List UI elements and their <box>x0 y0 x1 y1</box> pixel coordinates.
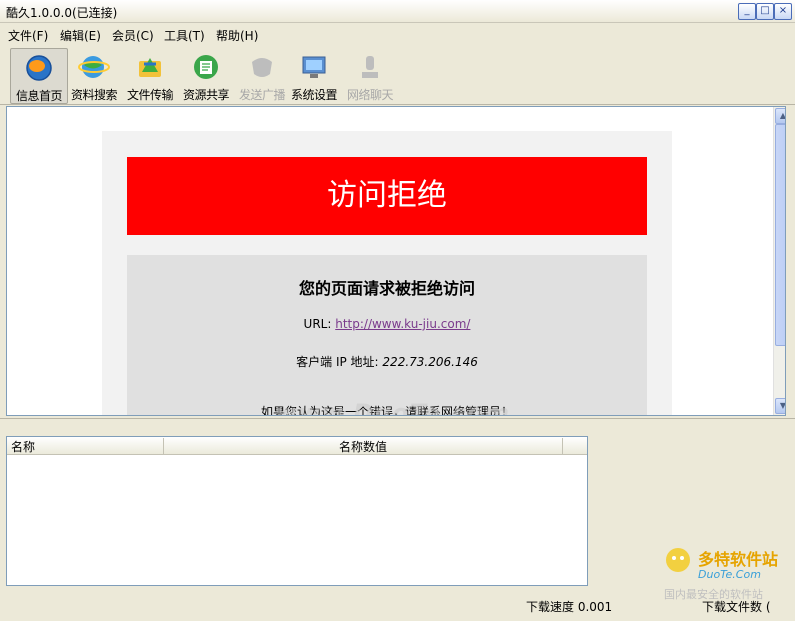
ip-label: 客户端 IP 地址: <box>296 355 379 369</box>
denied-heading: 您的页面请求被拒绝访问 <box>298 279 475 298</box>
scroll-up-icon[interactable]: ▲ <box>775 108 785 124</box>
center-watermark: www.DuoTe.com <box>275 399 510 416</box>
toolbar-search-label: 资料搜索 <box>70 88 118 102</box>
title-bar: 酷久1.0.0.0(已连接) _ □ × <box>0 0 795 23</box>
column-header-value[interactable]: 名称数值 <box>164 438 563 454</box>
watermark-domain: DuoTe.Com <box>698 568 761 581</box>
toolbar-transfer-button[interactable]: 文件传输 <box>122 48 178 102</box>
menu-tools[interactable]: 工具(T) <box>164 27 205 44</box>
minimize-button[interactable]: _ <box>738 3 756 20</box>
name-value-list[interactable]: 名称 名称数值 <box>6 436 588 586</box>
ip-value: 222.73.206.146 <box>382 355 478 369</box>
chat-icon <box>362 56 378 78</box>
vertical-scrollbar[interactable]: ▲ ▼ <box>773 107 785 415</box>
scroll-down-icon[interactable]: ▼ <box>775 398 785 414</box>
access-denied-banner: 访问拒绝 <box>127 157 647 235</box>
list-header: 名称 名称数值 <box>7 437 587 455</box>
pane-splitter[interactable] <box>0 418 795 431</box>
menu-member[interactable]: 会员(C) <box>112 27 154 44</box>
toolbar-home-button[interactable]: 信息首页 <box>10 48 68 104</box>
menu-bar: 文件(F) 编辑(E) 会员(C) 工具(T) 帮助(H) <box>0 23 795 45</box>
denied-panel: 您的页面请求被拒绝访问 URL: http://www.ku-jiu.com/ … <box>127 255 647 415</box>
toolbar-search-button[interactable]: 资料搜索 <box>66 48 122 102</box>
maximize-button[interactable]: □ <box>756 3 774 20</box>
toolbar-chat-label: 网络聊天 <box>346 88 394 102</box>
window-title: 酷久1.0.0.0(已连接) <box>6 6 118 20</box>
watermark-brand: 多特软件站 <box>698 550 779 569</box>
toolbar-broadcast-button[interactable]: 发送广播 <box>234 48 290 102</box>
settings-monitor-icon <box>302 56 326 78</box>
page-container: 访问拒绝 您的页面请求被拒绝访问 URL: http://www.ku-jiu.… <box>102 131 672 415</box>
resource-share-icon <box>194 55 218 79</box>
column-header-name[interactable]: 名称 <box>7 438 164 454</box>
toolbar-broadcast-label: 发送广播 <box>238 88 286 102</box>
toolbar: 信息首页 资料搜索 文件传输 资源共享 发送广播 系统设置 网络聊天 <box>0 46 795 105</box>
broadcast-icon <box>252 58 272 77</box>
toolbar-transfer-label: 文件传输 <box>126 88 174 102</box>
scrollbar-thumb[interactable] <box>775 124 785 346</box>
menu-file[interactable]: 文件(F) <box>8 27 48 44</box>
menu-edit[interactable]: 编辑(E) <box>60 27 101 44</box>
url-line: URL: http://www.ku-jiu.com/ <box>127 317 647 331</box>
toolbar-share-button[interactable]: 资源共享 <box>178 48 234 102</box>
home-globe-icon <box>26 55 52 81</box>
toolbar-settings-button[interactable]: 系统设置 <box>286 48 342 102</box>
search-globe-icon <box>78 56 110 78</box>
download-speed: 下载速度 0.001 <box>526 600 613 614</box>
watermark-slogan: 国内最安全的软件站 <box>664 588 763 601</box>
web-view[interactable]: 访问拒绝 您的页面请求被拒绝访问 URL: http://www.ku-jiu.… <box>6 106 786 416</box>
toolbar-settings-label: 系统设置 <box>290 88 338 102</box>
close-button[interactable]: × <box>774 3 792 20</box>
menu-help[interactable]: 帮助(H) <box>216 27 258 44</box>
file-transfer-icon <box>139 58 161 77</box>
ip-line: 客户端 IP 地址: 222.73.206.146 <box>127 353 647 370</box>
url-link[interactable]: http://www.ku-jiu.com/ <box>335 317 470 331</box>
toolbar-share-label: 资源共享 <box>182 88 230 102</box>
toolbar-home-label: 信息首页 <box>15 89 63 103</box>
url-label: URL: <box>303 317 332 331</box>
toolbar-chat-button[interactable]: 网络聊天 <box>342 48 398 102</box>
